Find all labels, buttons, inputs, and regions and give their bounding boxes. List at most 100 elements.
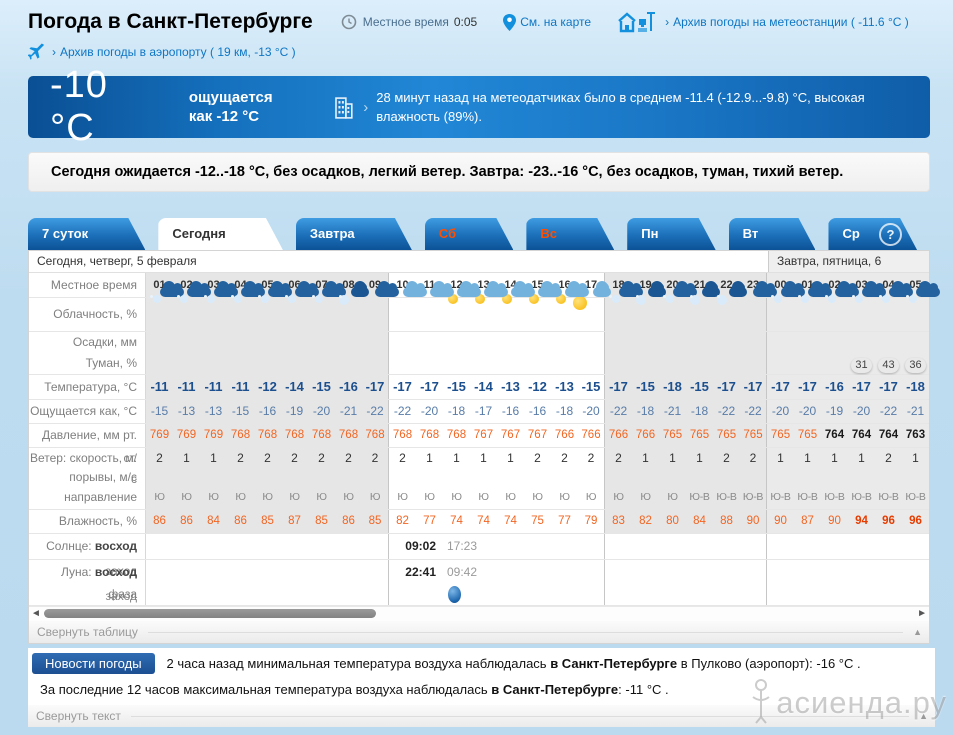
tab-3[interactable]: Завтра [296, 218, 412, 250]
feels-like-cell: -15 [227, 400, 254, 423]
humidity-cell: 77 [423, 515, 436, 527]
temperature-cell: -11 [173, 375, 200, 399]
cloudiness-icon [821, 281, 859, 331]
precip-cell [389, 332, 416, 353]
fog-cell [713, 353, 740, 374]
cloudiness-icon [605, 281, 643, 331]
empty-cell [740, 584, 767, 605]
fog-cell [308, 353, 335, 374]
pressure-cell: 768 [335, 424, 362, 447]
station-link-item[interactable]: › Архив погоды на метеостанции ( -11.6 °… [617, 11, 909, 33]
scroll-right-arrow[interactable]: ► [917, 607, 927, 621]
tab-6[interactable]: Пн [627, 218, 715, 250]
collapse-text-bar[interactable]: Свернуть текст ▲ [28, 705, 935, 727]
precip-cell [281, 332, 308, 353]
news-line1: 2 часа назад минимальная температура воз… [166, 656, 861, 671]
wind-direction-cell: Ю [227, 486, 254, 509]
help-button[interactable]: ? [879, 223, 902, 246]
wind-speed-row: Ветер: скорость, м/с 2112222222111122221… [29, 448, 929, 486]
temperature-cell: -17 [713, 375, 740, 399]
cloudiness-icon [443, 281, 481, 331]
pressure-cell: 767 [473, 429, 494, 441]
wind-direction-cell: Ю [505, 491, 516, 503]
pressure-cell: 767 [500, 429, 521, 441]
gusts-cell [659, 469, 686, 486]
precip-cell [713, 332, 740, 353]
airport-link-item[interactable]: › Архив погоды в аэропорту ( 19 км, -13 … [28, 43, 296, 61]
chevron-icon: › [52, 45, 56, 59]
temperature-cell: -14 [281, 375, 308, 399]
tab-1[interactable]: 7 суток [28, 218, 145, 250]
humidity-cell: 82 [396, 515, 409, 527]
pressure-cell: 765 [713, 424, 740, 447]
cloudiness-icon [362, 281, 399, 331]
humidity-cell: 74 [450, 515, 463, 527]
empty-cell [281, 584, 308, 605]
gusts-cell [740, 469, 767, 486]
wind-direction-cell: Ю [605, 486, 632, 509]
precip-cell [416, 332, 443, 353]
wind-direction-cell: Ю [173, 486, 200, 509]
cloudiness-icon [254, 281, 292, 331]
divider-line [130, 715, 910, 717]
station-archive-link[interactable]: Архив погоды на метеостанции ( -11.6 °C … [673, 15, 909, 29]
empty-cell [605, 584, 632, 605]
empty-cell [497, 584, 524, 605]
scrollbar-thumb[interactable] [44, 609, 376, 618]
gusts-cell [848, 469, 875, 486]
humidity-cell: 85 [362, 510, 389, 533]
fog-cell [470, 353, 497, 374]
pressure-cell: 766 [578, 424, 605, 447]
row-label-feels: Ощущается как, °C [29, 400, 146, 423]
empty-cell [173, 534, 200, 559]
wind-direction-cell: Ю-В [848, 486, 875, 509]
precip-cell [632, 332, 659, 353]
humidity-cell: 90 [821, 510, 848, 533]
cloudiness-icon [713, 281, 747, 331]
moon-row: Луна: восход заход 22:41 09:42 [29, 560, 929, 603]
precip-cell [254, 332, 281, 353]
scroll-left-arrow[interactable]: ◄ [31, 607, 41, 621]
empty-cell [821, 584, 848, 605]
local-time-value: 0:05 [453, 15, 478, 29]
tab-7[interactable]: Вт [729, 218, 816, 250]
temperature-cell: -13 [501, 379, 520, 394]
tab-8[interactable]: Ср [828, 218, 917, 250]
feels-like-cell: -18 [447, 404, 466, 418]
empty-cell [686, 584, 713, 605]
empty-cell [848, 584, 875, 605]
fog-row: Туман, % 31 43 36 [29, 353, 929, 375]
wind-direction-cell: Ю [424, 491, 435, 503]
wind-direction-cell: Ю [478, 491, 489, 503]
empty-cell [227, 560, 254, 584]
gusts-cell [524, 469, 551, 486]
row-label-temp: Температура, °C [29, 375, 146, 399]
wind-direction-cell: Ю [362, 486, 389, 509]
wind-speed-cell: 2 [335, 448, 362, 469]
precip-cell [497, 332, 524, 353]
tab-5[interactable]: Вс [526, 218, 614, 250]
collapse-table-bar[interactable]: Свернуть таблицу ▲ [29, 621, 929, 643]
news-button[interactable]: Новости погоды [32, 653, 155, 674]
feels-like-cell: -19 [281, 400, 308, 423]
fog-cell [362, 353, 389, 374]
cloudiness-icon [281, 281, 319, 331]
feels-like-cell: -18 [632, 400, 659, 423]
empty-cell [200, 584, 227, 605]
humidity-cell: 77 [558, 515, 571, 527]
tab-2[interactable]: Сегодня [158, 218, 283, 250]
collapse-table-label: Свернуть таблицу [37, 625, 138, 639]
temperature-cell: -15 [308, 375, 335, 399]
tab-4[interactable]: Сб [425, 218, 513, 250]
map-link[interactable]: См. на карте [520, 15, 591, 29]
airport-archive-link[interactable]: Архив погоды в аэропорту ( 19 км, -13 °C… [60, 45, 296, 59]
pressure-cell: 766 [632, 424, 659, 447]
current-weather-banner: -10 °C ощущается как -12 °C › 28 минут н… [28, 64, 930, 149]
row-label-phase: фаза [29, 584, 146, 605]
gusts-cell [227, 469, 254, 486]
fog-cell [200, 353, 227, 374]
fog-cell [254, 353, 281, 374]
pressure-row: Давление, мм рт. ст. 769 769 769 768 768 768 7… [29, 424, 929, 465]
empty-cell [335, 560, 362, 584]
map-link-item[interactable]: См. на карте [503, 13, 591, 31]
